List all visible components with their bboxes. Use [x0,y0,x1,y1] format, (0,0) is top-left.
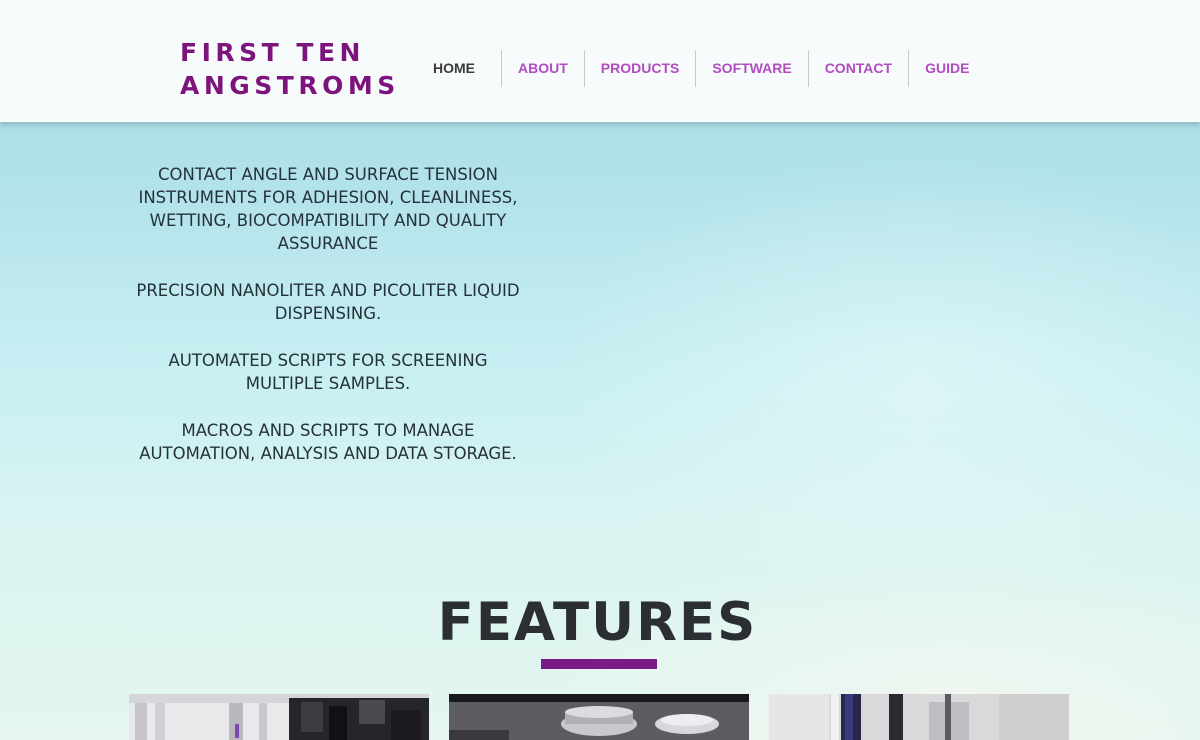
main-nav: HOME ABOUT PRODUCTS SOFTWARE CONTACT GUI… [415,50,985,87]
nav-contact[interactable]: CONTACT [807,50,908,87]
logo-line-1: FIRST TEN [180,38,365,67]
intro-paragraph-instruments: CONTACT ANGLE AND SURFACE TENSION INSTRU… [138,165,518,253]
nav-software[interactable]: SOFTWARE [695,50,807,87]
feature-image-dispenser[interactable] [769,694,1069,740]
features-heading: FEATURES [437,592,758,653]
features-underline [541,659,657,669]
nav-home[interactable]: HOME [415,50,501,87]
nav-about[interactable]: ABOUT [501,50,584,87]
intro-paragraph-macros: MACROS AND SCRIPTS TO MANAGE AUTOMATION,… [139,421,517,463]
logo-line-2: ANGSTROMS [180,71,400,100]
site-header: FIRST TEN ANGSTROMS HOME ABOUT PRODUCTS … [0,0,1200,122]
intro-paragraph-scripts: AUTOMATED SCRIPTS FOR SCREENING MULTIPLE… [168,351,488,393]
feature-image-instrument-frame[interactable] [129,694,429,740]
nav-products[interactable]: PRODUCTS [583,50,696,87]
intro-text: CONTACT ANGLE AND SURFACE TENSION INSTRU… [128,163,528,489]
feature-image-sample-stage[interactable] [449,694,749,740]
nav-guide[interactable]: GUIDE [908,50,985,87]
intro-paragraph-dispensing: PRECISION NANOLITER AND PICOLITER LIQUID… [136,281,520,323]
site-logo[interactable]: FIRST TEN ANGSTROMS [180,36,400,102]
